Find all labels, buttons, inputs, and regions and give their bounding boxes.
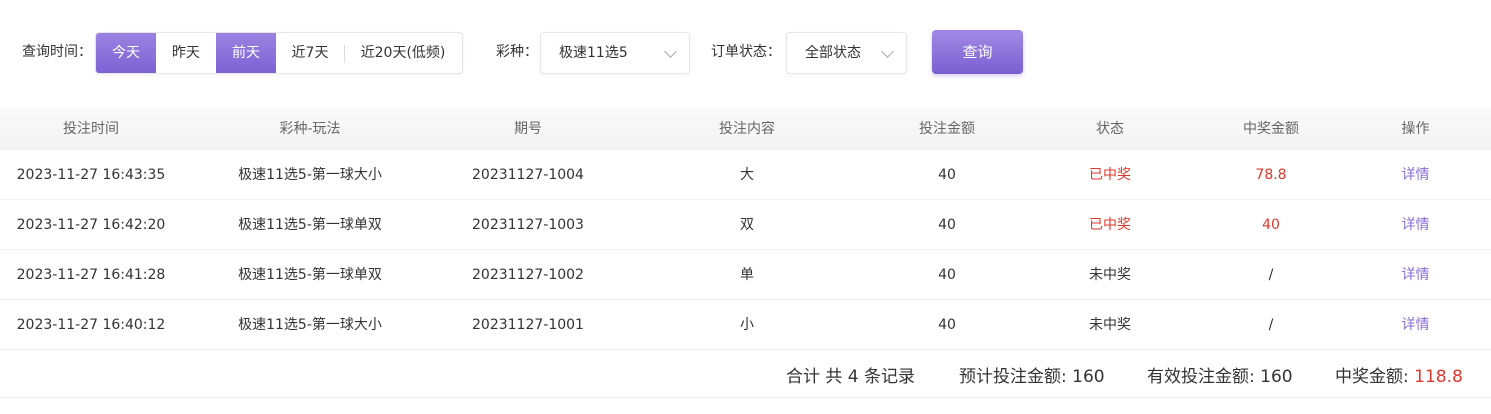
order-status-select[interactable]: 全部状态 [786,32,907,74]
cell-prize: 78.8 [1255,167,1287,183]
table-header: 投注时间 彩种-玩法 期号 投注内容 投注金额 状态 中奖金额 操作 [0,108,1491,150]
table-row: 2023-11-27 16:42:20 极速11选5-第一球单双 2023112… [0,200,1491,250]
cell-issue: 20231127-1002 [472,267,584,283]
summary-expected-label: 预计投注金额: [959,367,1067,387]
cell-content: 小 [740,317,754,333]
cell-content: 双 [740,217,754,233]
cell-game: 极速11选5-第一球单双 [238,217,382,233]
cell-status: 已中奖 [1089,217,1131,233]
summary-valid-value: 160 [1260,367,1293,387]
summary-bar: 合计 共 4 条记录 预计投注金额: 160 有效投注金额: 160 中奖金额:… [0,358,1491,398]
cell-amount: 40 [938,167,956,183]
cell-content: 大 [740,167,754,183]
filter-bar: 查询时间： 今天 昨天 前天 近7天 近20天(低频) 彩种： 极速11选5 订… [0,30,1491,74]
cell-prize: / [1268,267,1274,283]
time-option-day-before[interactable]: 前天 [216,33,276,73]
cell-game: 极速11选5-第一球大小 [238,167,382,183]
detail-link[interactable]: 详情 [1340,200,1491,249]
summary-expected-bet: 预计投注金额: 160 [959,358,1105,396]
time-option-yesterday[interactable]: 昨天 [156,33,216,73]
table-row: 2023-11-27 16:40:12 极速11选5-第一球大小 2023112… [0,300,1491,350]
time-option-today[interactable]: 今天 [96,33,156,73]
cell-amount: 40 [938,217,956,233]
cell-bet-time: 2023-11-27 16:40:12 [16,317,166,333]
header-bet-time: 投注时间 [63,121,119,137]
chevron-down-icon [881,45,894,58]
cell-prize: / [1268,317,1274,333]
cell-status: 未中奖 [1089,267,1131,283]
cell-amount: 40 [938,267,956,283]
detail-link[interactable]: 详情 [1340,150,1491,199]
header-action: 操作 [1401,121,1430,137]
header-issue: 期号 [514,121,542,137]
cell-issue: 20231127-1001 [472,317,584,333]
summary-expected-value: 160 [1072,367,1105,387]
header-status: 状态 [1096,121,1124,137]
cell-amount: 40 [938,317,956,333]
summary-total-records: 合计 共 4 条记录 [786,367,916,387]
summary-valid-label: 有效投注金额: [1147,367,1255,387]
detail-link[interactable]: 详情 [1340,250,1491,299]
header-prize: 中奖金额 [1243,121,1299,137]
cell-game: 极速11选5-第一球大小 [238,317,382,333]
header-content: 投注内容 [719,121,775,137]
cell-content: 单 [740,267,754,283]
query-button[interactable]: 查询 [932,30,1023,74]
cell-issue: 20231127-1003 [472,217,584,233]
table-row: 2023-11-27 16:41:28 极速11选5-第一球单双 2023112… [0,250,1491,300]
summary-prize: 中奖金额: 118.8 [1335,358,1463,396]
summary-prize-label: 中奖金额: [1335,367,1409,387]
header-amount: 投注金额 [919,121,975,137]
detail-link[interactable]: 详情 [1340,300,1491,349]
header-game: 彩种-玩法 [279,121,341,137]
query-time-label: 查询时间： [22,44,92,60]
cell-bet-time: 2023-11-27 16:42:20 [16,217,166,233]
cell-prize: 40 [1262,217,1280,233]
cell-bet-time: 2023-11-27 16:41:28 [16,267,166,283]
cell-game: 极速11选5-第一球单双 [238,267,382,283]
cell-status: 未中奖 [1089,317,1131,333]
summary-valid-bet: 有效投注金额: 160 [1147,358,1293,396]
table-row: 2023-11-27 16:43:35 极速11选5-第一球大小 2023112… [0,150,1491,200]
time-option-20-days[interactable]: 近20天(低频) [344,33,462,73]
order-status-select-value: 全部状态 [805,45,861,61]
summary-prize-value: 118.8 [1414,367,1463,387]
lottery-label: 彩种： [496,44,538,60]
chevron-down-icon [664,45,677,58]
lottery-select-value: 极速11选5 [559,45,628,61]
orders-table: 投注时间 彩种-玩法 期号 投注内容 投注金额 状态 中奖金额 操作 2023-… [0,108,1491,350]
lottery-select[interactable]: 极速11选5 [540,32,690,74]
cell-bet-time: 2023-11-27 16:43:35 [16,167,166,183]
cell-issue: 20231127-1004 [472,167,584,183]
time-option-7-days[interactable]: 近7天 [276,33,344,73]
cell-status: 已中奖 [1089,167,1131,183]
order-status-label: 订单状态： [711,44,781,60]
time-range-selector: 今天 昨天 前天 近7天 近20天(低频) [95,32,463,74]
